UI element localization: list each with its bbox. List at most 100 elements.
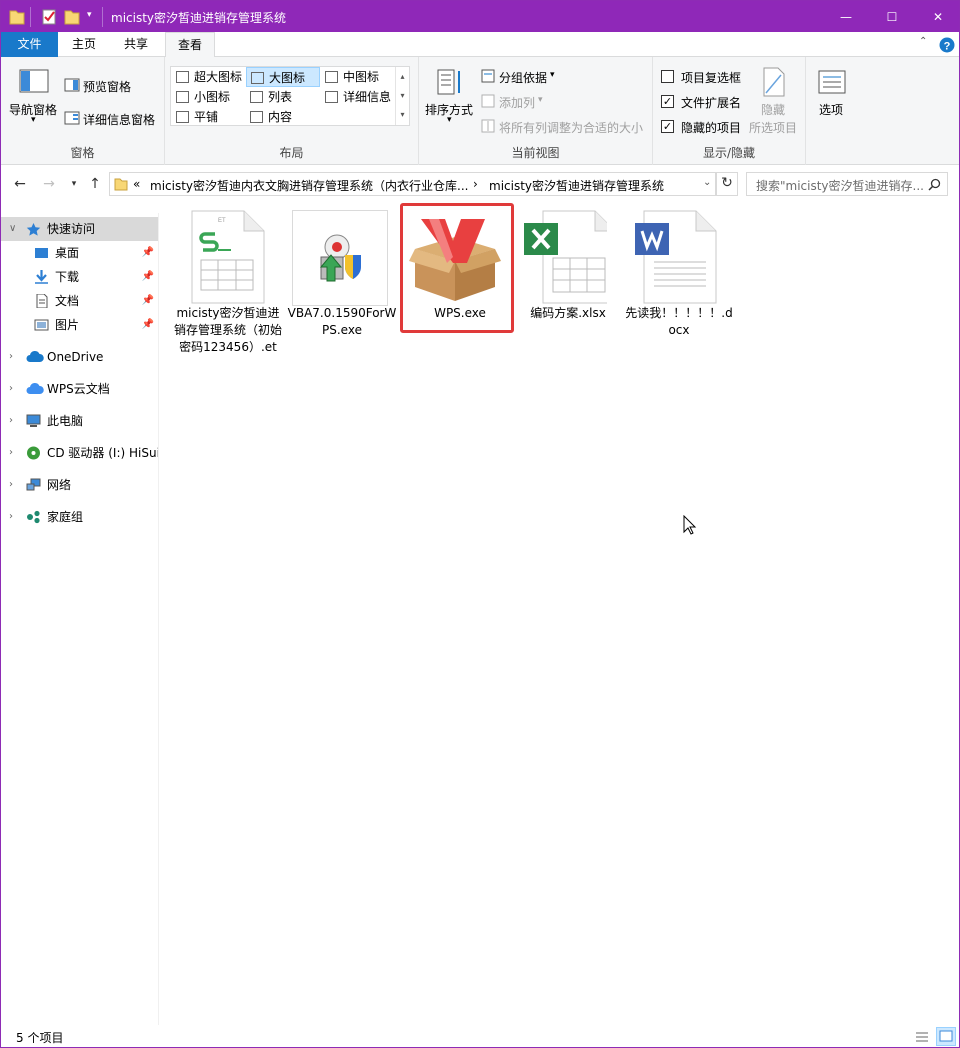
forward-button[interactable]: → [39, 174, 59, 194]
cd-drive-icon [27, 446, 40, 460]
nav-item-pictures[interactable]: 图片 📌 [1, 313, 158, 337]
group-by-dropdown-icon[interactable]: ▾ [550, 70, 555, 80]
tab-view[interactable]: 查看 [165, 32, 215, 58]
layout-details[interactable]: 详细信息 [321, 87, 395, 107]
up-button[interactable]: ↑ [85, 174, 105, 194]
customize-toolbar-icon[interactable]: ▾ [87, 10, 92, 30]
current-view-group-label: 当前视图 [511, 146, 560, 160]
chevron-right-icon[interactable]: › [9, 345, 13, 369]
properties-icon[interactable] [41, 7, 57, 27]
help-icon[interactable]: ? [939, 37, 955, 53]
preview-pane-button[interactable]: 预览窗格 [83, 78, 131, 95]
large-icons-view-icon[interactable] [936, 1027, 956, 1046]
nav-item-documents[interactable]: 文档 📌 [1, 289, 158, 313]
navigation-bar: ← → ▾ ↑ « micisty密汐皙迪内衣文胸进销存管理系统（内衣行业仓库.… [1, 165, 959, 203]
homegroup-icon [27, 510, 40, 524]
desktop-icon [35, 248, 48, 258]
nav-item-quick-access[interactable]: ∨ 快速访问 [1, 217, 158, 241]
layout-large-icons[interactable]: 大图标 [246, 67, 320, 87]
back-button[interactable]: ← [10, 174, 30, 194]
layout-medium-icons[interactable]: 中图标 [321, 67, 395, 87]
chevron-right-icon[interactable]: › [9, 473, 13, 497]
nav-item-onedrive[interactable]: › OneDrive [1, 345, 158, 369]
nav-item-wps-cloud[interactable]: › WPS云文档 [1, 377, 158, 401]
document-icon [36, 294, 48, 308]
add-columns-dropdown-icon[interactable]: ▾ [538, 95, 543, 105]
address-dropdown-icon[interactable]: ⌄ [703, 177, 711, 188]
nav-pane-dropdown-icon[interactable]: ▾ [31, 115, 36, 125]
show-hide-group: 项目复选框 ✓ 文件扩展名 ✓ 隐藏的项目 隐藏 所选项目 显示/隐藏 [653, 57, 806, 165]
address-overflow[interactable]: « [133, 177, 140, 191]
file-item[interactable]: 编码方案.xlsx [511, 203, 625, 333]
layout-list[interactable]: 列表 [246, 87, 320, 107]
layout-group-label: 布局 [279, 146, 304, 160]
nav-item-this-pc[interactable]: › 此电脑 [1, 409, 158, 433]
pane-group: 导航窗格 ▾ 预览窗格 详细信息窗格 窗格 [1, 57, 165, 165]
address-bar[interactable]: « micisty密汐皙迪内衣文胸进销存管理系统（内衣行业仓库... › mic… [109, 172, 716, 196]
options-button[interactable]: 选项 [819, 101, 843, 118]
file-item[interactable]: ET micisty密汐皙迪进销存管理系统（初始密码123456）.et [171, 203, 285, 354]
pin-icon[interactable]: 📌 [142, 241, 154, 265]
file-extensions-checkbox[interactable]: ✓ [661, 95, 674, 108]
file-item[interactable]: VBA7.0.1590ForWPS.exe [285, 203, 399, 337]
tab-share[interactable]: 共享 [113, 32, 159, 57]
minimize-button[interactable]: — [823, 1, 869, 32]
hide-selected-button[interactable]: 隐藏 [761, 101, 785, 118]
item-checkboxes-checkbox[interactable] [661, 70, 674, 83]
search-icon[interactable] [928, 178, 941, 191]
file-item-selected[interactable]: WPS.exe [400, 203, 514, 333]
layout-extra-large-icons[interactable]: 超大图标 [172, 67, 246, 87]
list-icon [250, 91, 263, 103]
wps-spreadsheet-icon: ET [191, 210, 265, 304]
svg-text:ET: ET [218, 218, 226, 224]
collapse-ribbon-icon[interactable]: ⌃ [919, 36, 927, 47]
chevron-right-icon[interactable]: › [9, 409, 13, 433]
refresh-button[interactable]: ↻ [716, 172, 738, 196]
group-by-button[interactable]: 分组依据 [499, 69, 547, 86]
nav-item-downloads[interactable]: 下载 📌 [1, 265, 158, 289]
layout-gallery-scroll[interactable]: ▴ ▾ ▾ [395, 67, 409, 125]
nav-pane-icon[interactable] [19, 69, 49, 95]
breadcrumb-segment-1[interactable]: micisty密汐皙迪内衣文胸进销存管理系统（内衣行业仓库... [150, 177, 468, 194]
sort-dropdown-icon[interactable]: ▾ [447, 115, 452, 125]
tab-home[interactable]: 主页 [61, 32, 107, 57]
layout-small-icons[interactable]: 小图标 [172, 87, 246, 107]
layout-tiles[interactable]: 平铺 [172, 107, 246, 127]
pin-icon[interactable]: 📌 [142, 265, 154, 289]
new-folder-icon[interactable] [64, 7, 80, 27]
nav-item-cd-drive[interactable]: › CD 驱动器 (I:) HiSuite [1, 441, 158, 465]
file-item[interactable]: 先读我！！！！！.docx [622, 203, 736, 337]
large-icons-icon [251, 72, 264, 84]
window-title: micisty密汐皙迪进销存管理系统 [111, 11, 287, 25]
fit-columns-button[interactable]: 将所有列调整为合适的大小 [499, 119, 643, 136]
chevron-right-icon[interactable]: › [9, 441, 13, 465]
excel-icon [524, 210, 607, 304]
nav-item-network[interactable]: › 网络 [1, 473, 158, 497]
title-bar: ▾ micisty密汐皙迪进销存管理系统 — ☐ ✕ [1, 1, 959, 32]
maximize-button[interactable]: ☐ [869, 1, 915, 32]
hidden-items-checkbox[interactable]: ✓ [661, 120, 674, 133]
chevron-right-icon[interactable]: › [9, 377, 13, 401]
pane-group-label: 窗格 [70, 146, 95, 160]
item-count: 5 个项目 [16, 1031, 64, 1045]
breadcrumb-segment-2[interactable]: micisty密汐皙迪进销存管理系统 [489, 177, 664, 194]
status-bar: 5 个项目 [1, 1025, 959, 1047]
recent-locations-icon[interactable]: ▾ [64, 174, 84, 194]
ribbon: 导航窗格 ▾ 预览窗格 详细信息窗格 窗格 布局 超大图标 大图标 中图标 小图… [1, 57, 959, 165]
add-columns-button[interactable]: 添加列 [499, 94, 535, 111]
details-pane-button[interactable]: 详细信息窗格 [83, 111, 155, 128]
search-box[interactable]: 搜索"micisty密汐皙迪进销存... [746, 172, 948, 196]
close-button[interactable]: ✕ [915, 1, 959, 32]
pin-icon[interactable]: 📌 [142, 289, 154, 313]
item-checkboxes-label: 项目复选框 [681, 71, 742, 85]
nav-item-homegroup[interactable]: › 家庭组 [1, 505, 158, 529]
chevron-down-icon[interactable]: ∨ [9, 217, 16, 241]
nav-item-desktop[interactable]: 桌面 📌 [1, 241, 158, 265]
medium-icons-icon [325, 71, 338, 83]
details-view-icon[interactable] [914, 1029, 930, 1045]
pin-icon[interactable]: 📌 [142, 313, 154, 337]
chevron-right-icon[interactable]: › [9, 505, 13, 529]
breadcrumb-separator[interactable]: › [473, 177, 478, 191]
show-hide-group-label: 显示/隐藏 [702, 146, 756, 160]
layout-content[interactable]: 内容 [246, 107, 320, 127]
